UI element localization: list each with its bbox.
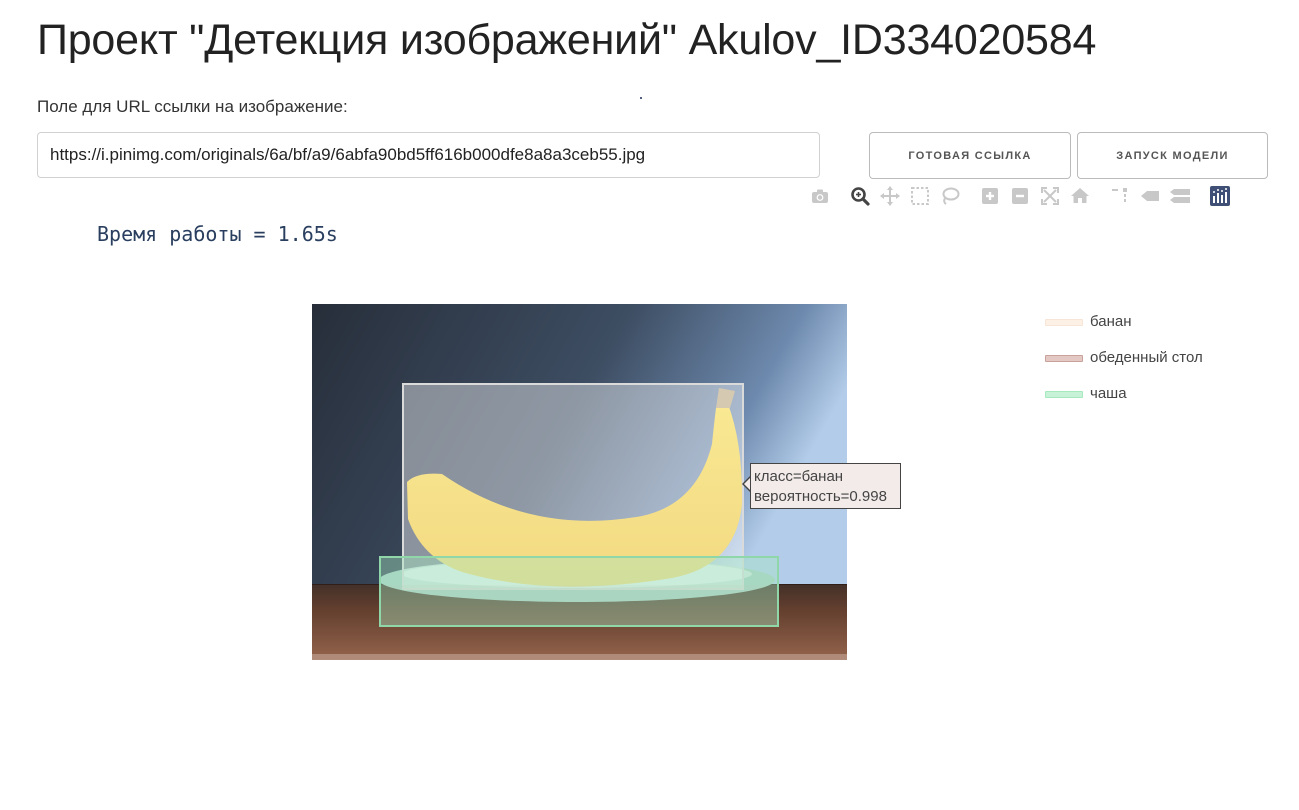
spike-lines-icon[interactable] xyxy=(1108,184,1132,208)
reset-axes-icon[interactable] xyxy=(1068,184,1092,208)
autoscale-icon[interactable] xyxy=(1038,184,1062,208)
legend-item-dining-table[interactable]: обеденный стол xyxy=(1045,347,1203,383)
zoom-out-icon[interactable] xyxy=(1008,184,1032,208)
legend-item-bowl[interactable]: чаша xyxy=(1045,383,1203,419)
box-select-icon[interactable] xyxy=(908,184,932,208)
legend-label: обеденный стол xyxy=(1090,349,1203,366)
zoom-in-icon[interactable] xyxy=(978,184,1002,208)
pan-icon[interactable] xyxy=(878,184,902,208)
plot-legend: банан обеденный стол чаша xyxy=(1045,311,1203,419)
page-title: Проект "Детекция изображений" Akulov_ID3… xyxy=(37,16,1097,64)
legend-label: чаша xyxy=(1090,385,1127,402)
legend-swatch-banana xyxy=(1045,319,1083,326)
plotly-logo-icon[interactable] xyxy=(1208,184,1232,208)
stray-dot xyxy=(640,97,642,99)
legend-swatch-dining-table xyxy=(1045,355,1083,362)
camera-icon[interactable] xyxy=(808,184,832,208)
zoom-icon[interactable] xyxy=(848,184,872,208)
legend-item-banana[interactable]: банан xyxy=(1045,311,1203,347)
tooltip-class: класс=банан xyxy=(754,468,844,485)
tooltip-probability: вероятность=0.998 xyxy=(754,488,887,505)
run-model-button[interactable]: ЗАПУСК МОДЕЛИ xyxy=(1077,132,1268,179)
runtime-text: Время работы = 1.65s xyxy=(97,222,338,246)
hover-compare-icon[interactable] xyxy=(1168,184,1192,208)
legend-swatch-bowl xyxy=(1045,391,1083,398)
plot-modebar xyxy=(806,184,1236,208)
bbox-bowl[interactable] xyxy=(379,556,779,627)
lasso-select-icon[interactable] xyxy=(938,184,962,208)
url-field-label: Поле для URL ссылки на изображение: xyxy=(37,97,348,116)
url-input[interactable] xyxy=(37,132,820,178)
ready-link-button[interactable]: ГОТОВАЯ ССЫЛКА xyxy=(869,132,1071,179)
legend-label: банан xyxy=(1090,313,1132,330)
hover-tooltip: класс=банан вероятность=0.998 xyxy=(750,463,901,509)
hover-closest-icon[interactable] xyxy=(1138,184,1162,208)
